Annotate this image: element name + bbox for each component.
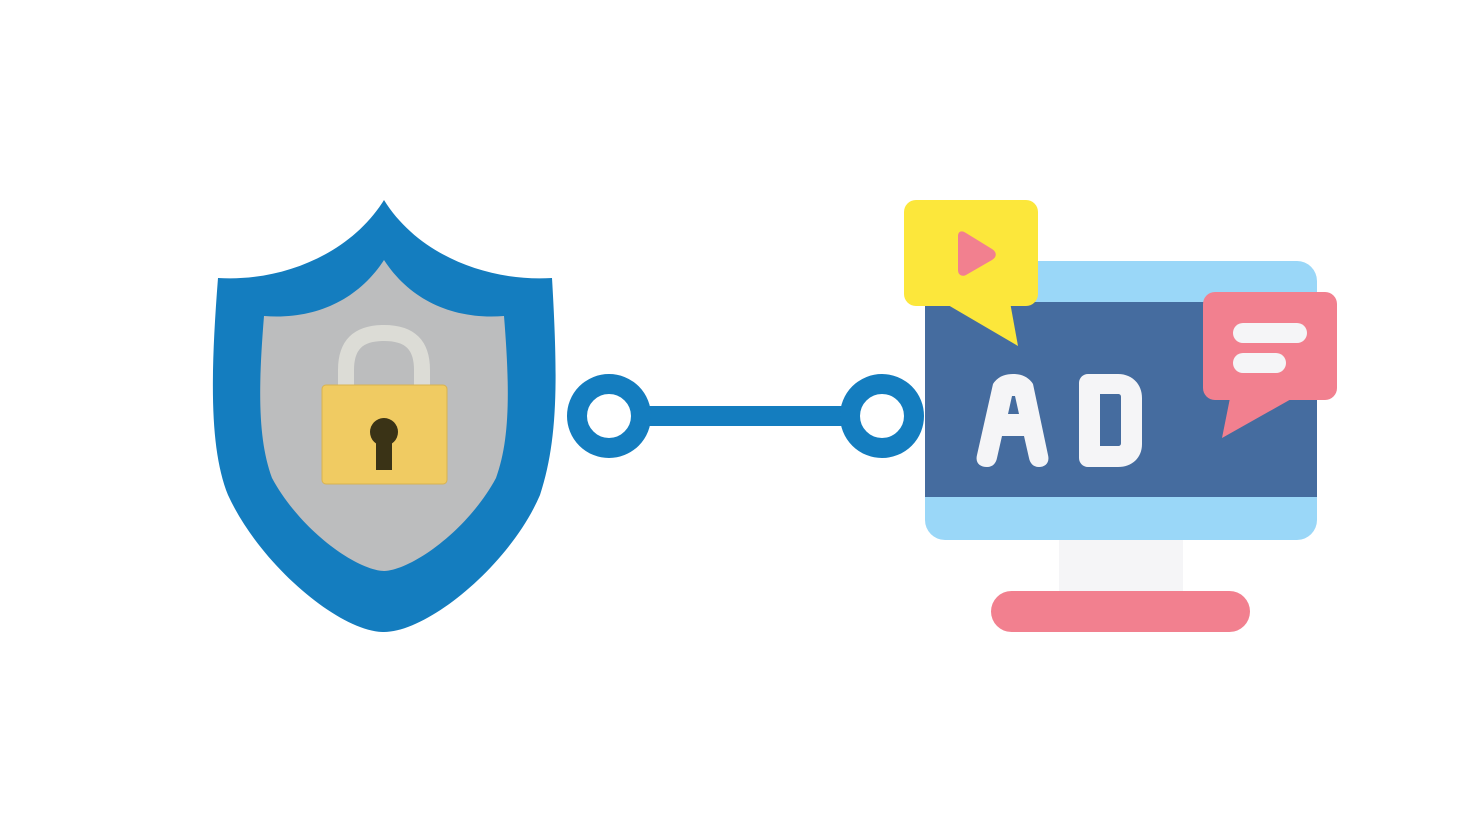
chat-line-1 <box>1233 323 1307 343</box>
chat-line-2 <box>1233 353 1286 373</box>
monitor-neck <box>1059 538 1183 594</box>
connector-bar <box>640 406 850 426</box>
monitor-base <box>991 591 1250 632</box>
connector-line <box>567 374 924 458</box>
keyhole-slot <box>376 436 392 470</box>
connector-node-left <box>567 374 651 458</box>
illustration-canvas: AD <box>212 200 1337 632</box>
connector-node-right <box>840 374 924 458</box>
chat-bubble-body <box>1203 292 1337 400</box>
